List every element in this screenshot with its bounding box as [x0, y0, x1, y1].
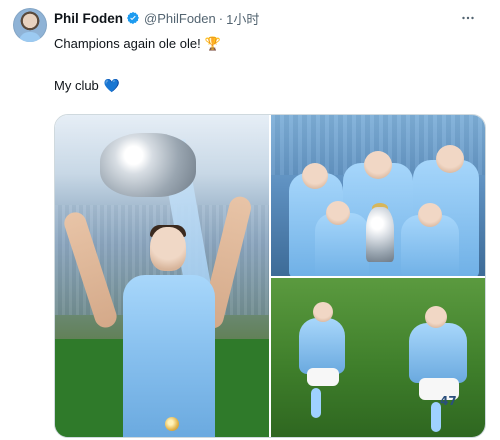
timestamp[interactable]: 1小时: [226, 9, 259, 28]
display-name[interactable]: Phil Foden: [54, 11, 123, 26]
photo-bottom-right-face-left: [313, 302, 333, 322]
tweet-card[interactable]: Phil Foden @PhilFoden · 1小时 Champions ag…: [0, 0, 500, 440]
tweet-header: Phil Foden @PhilFoden · 1小时: [54, 9, 259, 27]
photo-main-shirt: [123, 275, 215, 437]
media-grid[interactable]: 47: [54, 114, 486, 438]
verified-badge-icon: [126, 11, 140, 25]
photo-main-medal: [165, 417, 179, 431]
photo-top-right-face: [436, 145, 464, 173]
photo-bottom-right-player-right: [409, 323, 467, 383]
photo-main[interactable]: [55, 115, 269, 437]
handle[interactable]: @PhilFoden: [144, 11, 216, 26]
photo-top-right[interactable]: [271, 115, 485, 276]
avatar[interactable]: [13, 8, 47, 42]
photo-bottom-right-face-right: [425, 306, 447, 328]
separator-dot: ·: [218, 10, 224, 26]
trophy-emoji: 🏆: [204, 36, 221, 51]
photo-main-head: [150, 227, 186, 271]
photo-top-right-face: [364, 151, 392, 179]
photo-bottom-right-sock-right: [431, 402, 441, 432]
photo-top-right-face: [326, 201, 350, 225]
jersey-number: 47: [440, 394, 457, 408]
tweet-text: Champions again ole ole! 🏆 My club 💙: [54, 35, 474, 94]
more-icon[interactable]: [458, 8, 478, 28]
photo-bottom-right-player-left: [299, 318, 345, 374]
photo-top-right-face: [418, 203, 442, 227]
photo-bottom-right[interactable]: 47: [271, 278, 485, 437]
tweet-text-line-1: Champions again ole ole! 🏆: [54, 35, 474, 52]
tweet-text-line-2-text: My club: [54, 78, 99, 93]
tweet-text-line-2: My club 💙: [54, 77, 474, 94]
photo-top-right-face: [302, 163, 328, 189]
tweet-text-line-1-text: Champions again ole ole!: [54, 36, 201, 51]
photo-main-trophy: [100, 133, 196, 197]
blue-heart-emoji: 💙: [103, 78, 120, 93]
photo-bottom-right-shorts-left: [307, 368, 339, 386]
photo-bottom-right-sock-left: [311, 388, 321, 418]
photo-top-right-trophy: [366, 207, 394, 262]
avatar-shirt: [19, 32, 41, 42]
